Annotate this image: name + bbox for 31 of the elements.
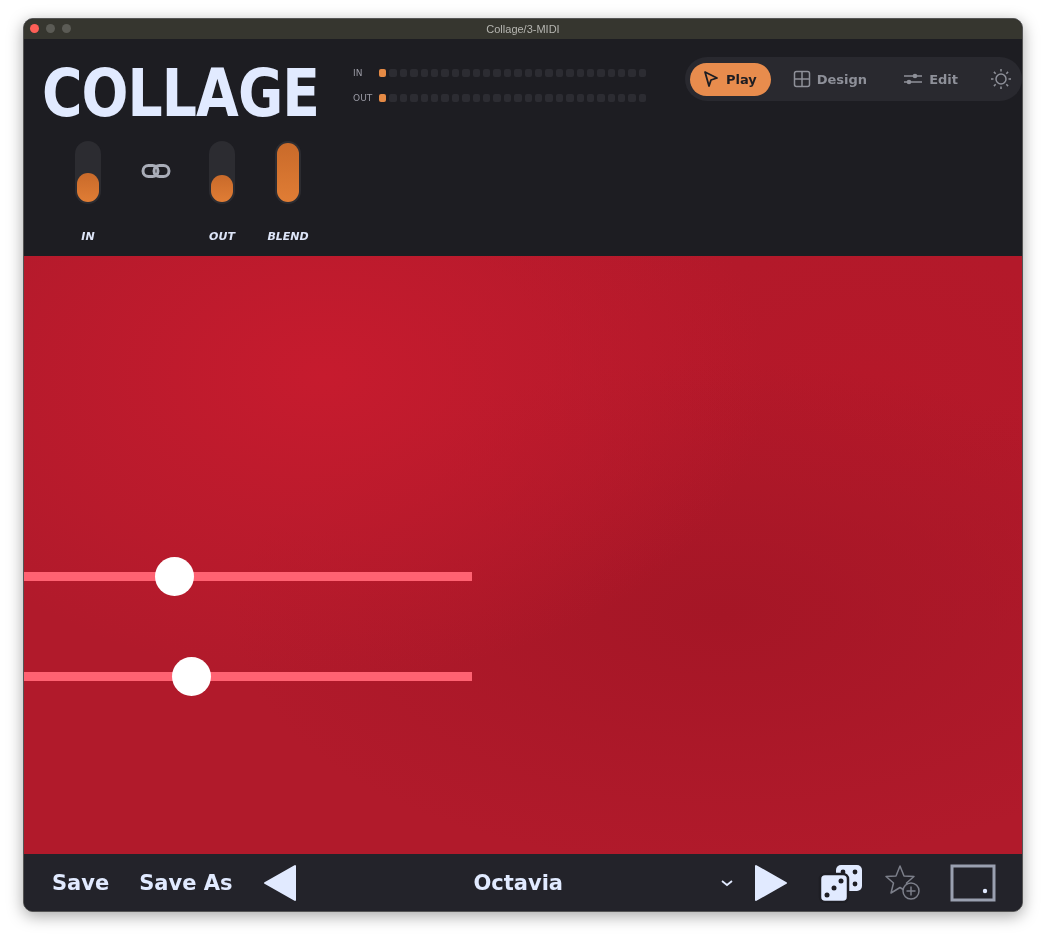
fader-label: IN (81, 230, 95, 243)
save-as-button[interactable]: Save As (139, 870, 233, 895)
fader-label: OUT (209, 230, 235, 243)
save-button[interactable]: Save (52, 870, 110, 895)
mode-tab[interactable]: Design (780, 62, 882, 96)
fader-track[interactable] (75, 141, 101, 204)
sliders-icon (903, 72, 924, 86)
chevron-down-icon[interactable] (720, 878, 734, 887)
logo: COLLAGE (42, 59, 321, 129)
fader-label: BLEND (267, 230, 309, 243)
chain-link-icon[interactable] (141, 163, 171, 179)
meter-label: IN (353, 67, 364, 78)
slider-thumb[interactable] (172, 657, 212, 696)
meter-label: OUT (353, 92, 374, 103)
brightness-icon[interactable] (990, 68, 1012, 90)
mode-tab[interactable]: Edit (891, 62, 972, 96)
pointer-icon (701, 70, 720, 88)
preset-name[interactable]: Octavia (316, 870, 720, 895)
dice-icon[interactable] (818, 862, 864, 903)
grid-icon (792, 70, 811, 88)
slider-thumb[interactable] (155, 557, 195, 596)
star-add-icon[interactable] (884, 863, 922, 902)
close-button[interactable] (30, 24, 39, 33)
window-size-icon[interactable] (950, 863, 996, 902)
fader-track[interactable] (209, 141, 235, 204)
mode-tab[interactable]: Play (689, 62, 771, 96)
window-title: Collage/3-MIDI (486, 23, 560, 35)
previous-preset-icon[interactable] (262, 863, 297, 902)
next-preset-icon[interactable] (754, 863, 788, 902)
slider[interactable] (24, 657, 472, 696)
slider[interactable] (24, 557, 472, 596)
